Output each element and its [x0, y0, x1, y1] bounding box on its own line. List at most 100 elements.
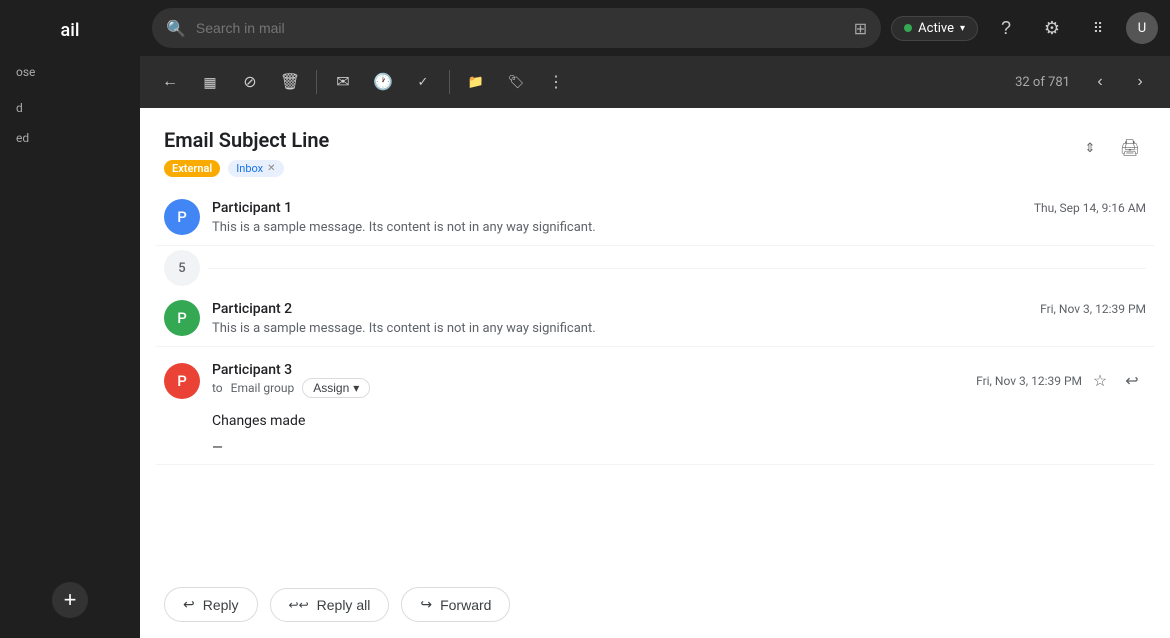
msg1-time: Thu, Sep 14, 9:16 AM [1034, 201, 1146, 215]
avatar-p2: P [164, 300, 200, 336]
msg1-content: Participant 1 Thu, Sep 14, 9:16 AM This … [212, 200, 1146, 235]
msg1-sender: Participant 1 [212, 200, 292, 216]
task-button[interactable]: ✓ [405, 64, 441, 100]
label-button[interactable]: 🏷 [498, 64, 534, 100]
filter-icon[interactable]: ⊞ [854, 19, 867, 38]
reply-button[interactable]: ↩ Reply [164, 587, 258, 622]
email-header-right: ⇕ 🖨 [1074, 132, 1146, 164]
search-input[interactable] [196, 20, 844, 36]
msg3-actions: Fri, Nov 3, 12:39 PM ☆ ↩ [976, 367, 1146, 395]
reply-all-label: Reply all [317, 597, 371, 613]
search-box[interactable]: 🔍 ⊞ [152, 8, 881, 48]
prev-icon: ‹ [1097, 73, 1102, 91]
prev-message-button[interactable]: ‹ [1082, 64, 1118, 100]
print-button[interactable]: 🖨 [1114, 132, 1146, 164]
msg3-dash: — [212, 440, 1146, 456]
more-button[interactable]: ⋮ [538, 64, 574, 100]
email-header: Email Subject Line External Inbox ✕ ⇕ 🖨 [140, 108, 1170, 189]
back-button[interactable]: ← [152, 64, 188, 100]
sidebar-label-1: ose [16, 65, 35, 79]
email-header-left: Email Subject Line External Inbox ✕ [164, 128, 329, 177]
msg2-time: Fri, Nov 3, 12:39 PM [1040, 302, 1146, 316]
message-row-2[interactable]: P Participant 2 Fri, Nov 3, 12:39 PM Thi… [156, 290, 1154, 347]
sidebar-item-1[interactable]: ose [0, 57, 140, 87]
help-button[interactable]: ? [988, 10, 1024, 46]
mark-icon: ✉ [336, 72, 349, 92]
reply-all-button[interactable]: ↩↩ Reply all [270, 588, 390, 622]
sidebar-label-3: ed [16, 131, 29, 145]
app-logo: ail [0, 10, 140, 57]
email-tags: External Inbox ✕ [164, 160, 329, 177]
email-subject: Email Subject Line [164, 128, 329, 152]
expand-collapse-icon: ⇕ [1085, 140, 1096, 156]
add-button[interactable]: + [52, 582, 88, 618]
archive-button[interactable]: ▦ [192, 64, 228, 100]
toolbar-sep-1 [316, 70, 317, 94]
spam-button[interactable]: ⊘ [232, 64, 268, 100]
next-message-button[interactable]: › [1122, 64, 1158, 100]
assign-chevron-icon: ▾ [353, 381, 359, 395]
move-button[interactable]: 📁 [458, 64, 494, 100]
sidebar-item-3[interactable]: ed [0, 123, 140, 153]
inbox-label: Inbox [236, 162, 263, 175]
topbar-right: Active ▾ ? ⚙ ⠿ U [891, 10, 1158, 46]
active-chevron: ▾ [960, 23, 965, 34]
msg2-header: Participant 2 Fri, Nov 3, 12:39 PM [212, 301, 1146, 317]
more-icon: ⋮ [548, 72, 564, 92]
reply-toolbar: ↩ Reply ↩↩ Reply all ↪ Forward [140, 575, 1170, 638]
print-icon: 🖨 [1120, 138, 1140, 158]
external-tag: External [164, 160, 220, 177]
star-icon: ☆ [1093, 371, 1107, 391]
forward-button[interactable]: ↪ Forward [401, 587, 510, 622]
mark-button[interactable]: ✉ [325, 64, 361, 100]
assign-button[interactable]: Assign ▾ [302, 378, 370, 398]
sidebar-label-2: d [16, 101, 23, 115]
next-icon: › [1137, 73, 1142, 91]
task-icon: ✓ [418, 74, 429, 90]
search-icon: 🔍 [166, 19, 186, 38]
msg3-sender: Participant 3 [212, 362, 292, 378]
help-icon: ? [1001, 18, 1011, 39]
sidebar: ail ose d ed + [0, 0, 140, 638]
main-content: 🔍 ⊞ Active ▾ ? ⚙ ⠿ U ← [140, 0, 1170, 638]
sidebar-item-2[interactable]: d [0, 93, 140, 123]
msg3-sender-info: P Participant 3 to Email group Assign ▾ [164, 359, 370, 402]
reply-icon-button[interactable]: ↩ [1118, 367, 1146, 395]
active-status-badge[interactable]: Active ▾ [891, 16, 978, 41]
user-avatar[interactable]: U [1126, 12, 1158, 44]
forward-icon: ↪ [420, 596, 432, 613]
msg1-preview: This is a sample message. Its content is… [212, 220, 1146, 235]
move-icon: 📁 [468, 74, 484, 90]
message-count: 32 of 781 [1015, 75, 1070, 90]
collapse-count[interactable]: 5 [164, 250, 200, 286]
assign-label: Assign [313, 381, 349, 395]
star-button[interactable]: ☆ [1086, 367, 1114, 395]
archive-icon: ▦ [203, 74, 216, 91]
collapse-indicator-row[interactable]: 5 [156, 246, 1154, 290]
msg1-header: Participant 1 Thu, Sep 14, 9:16 AM [212, 200, 1146, 216]
msg3-body: Changes made — [212, 410, 1146, 456]
email-area: Email Subject Line External Inbox ✕ ⇕ 🖨 [140, 108, 1170, 638]
inbox-tag-close[interactable]: ✕ [267, 163, 275, 174]
label-icon: 🏷 [508, 74, 525, 90]
settings-button[interactable]: ⚙ [1034, 10, 1070, 46]
reply-button-label: Reply [203, 597, 239, 613]
avatar-letter: U [1138, 21, 1146, 36]
message-row-1[interactable]: P Participant 1 Thu, Sep 14, 9:16 AM Thi… [156, 189, 1154, 246]
avatar-p3: P [164, 363, 200, 399]
expand-collapse-button[interactable]: ⇕ [1074, 132, 1106, 164]
msg2-sender: Participant 2 [212, 301, 292, 317]
reply-button-icon: ↩ [183, 596, 195, 613]
msg2-preview: This is a sample message. Its content is… [212, 321, 1146, 336]
toolbar: ← ▦ ⊘ 🗑 ✉ 🕐 ✓ 📁 🏷 ⋮ 32 of 78 [140, 56, 1170, 108]
topbar: 🔍 ⊞ Active ▾ ? ⚙ ⠿ U [140, 0, 1170, 56]
messages-list: P Participant 1 Thu, Sep 14, 9:16 AM Thi… [140, 189, 1170, 575]
msg3-email-group: Email group [231, 381, 295, 395]
apps-button[interactable]: ⠿ [1080, 10, 1116, 46]
snooze-button[interactable]: 🕐 [365, 64, 401, 100]
msg3-sender-details: Participant 3 to Email group Assign ▾ [212, 359, 370, 402]
msg3-body-text: Changes made [212, 410, 1146, 432]
active-label: Active [918, 21, 954, 36]
delete-button[interactable]: 🗑 [272, 64, 308, 100]
back-icon: ← [162, 73, 178, 91]
